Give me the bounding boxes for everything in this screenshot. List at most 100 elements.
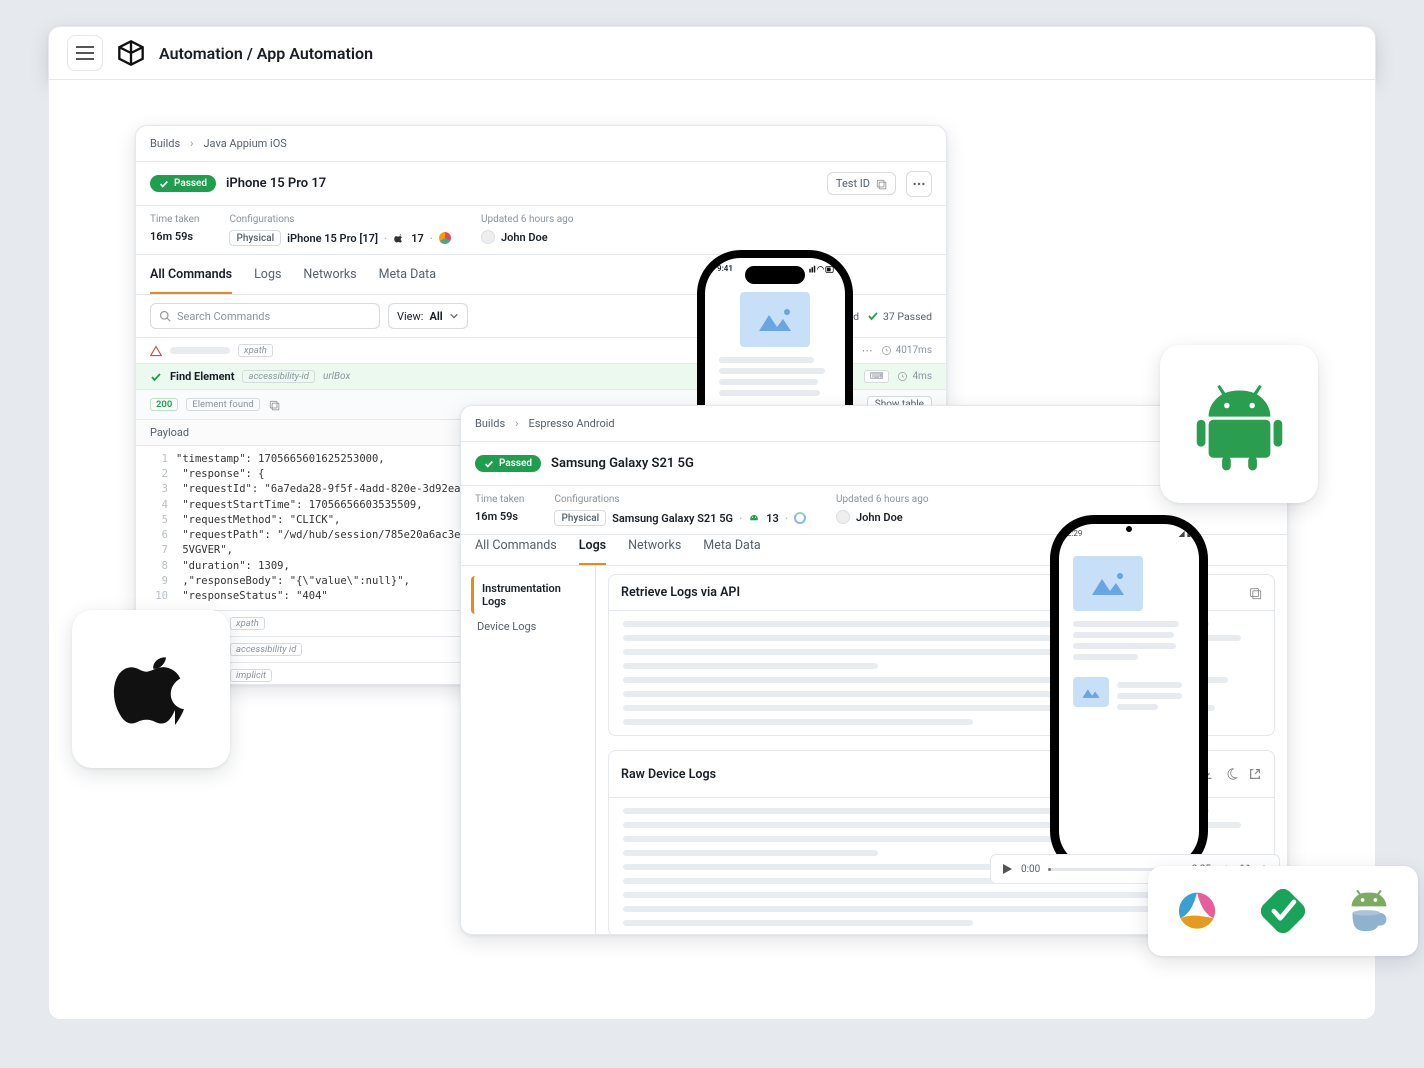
test-id-label: Test ID	[836, 177, 870, 190]
android-badge-card	[1160, 345, 1318, 503]
device-title: iPhone 15 Pro 17	[226, 176, 326, 191]
locator-chip: xpath	[230, 617, 265, 630]
locator-chip: accessibility-id	[242, 370, 315, 383]
selenium-icon	[1261, 889, 1305, 933]
breadcrumb-builds[interactable]: Builds	[150, 137, 180, 150]
status-badge: Passed	[150, 175, 216, 192]
phone-time: 9:41	[717, 264, 733, 273]
time-taken-value: 16m 59s	[475, 510, 524, 523]
search-placeholder: Search Commands	[177, 310, 270, 323]
test-id-button[interactable]: Test ID	[827, 172, 896, 195]
clock-icon	[897, 371, 908, 382]
sidebar-device-logs[interactable]: Device Logs	[471, 614, 585, 639]
tab-meta-data[interactable]: Meta Data	[379, 267, 436, 294]
time-taken-label: Time taken	[150, 214, 199, 225]
locator-hint: urlBox	[323, 371, 350, 382]
updated-value: John Doe	[836, 510, 929, 524]
moon-icon[interactable]	[1224, 767, 1238, 781]
chevron-right-icon: ›	[190, 137, 193, 150]
ios-title-bar: Passed iPhone 15 Pro 17 Test ID	[136, 162, 946, 206]
app-header: Automation / App Automation	[48, 26, 1376, 80]
locator-chip: accessibility id	[230, 643, 302, 656]
apple-badge-card	[72, 610, 230, 768]
external-link-icon[interactable]	[1248, 767, 1262, 781]
tab-all-commands[interactable]: All Commands	[475, 538, 557, 565]
image-icon	[1080, 684, 1102, 700]
updated-label: Updated 6 hours ago	[481, 214, 574, 225]
image-icon	[1088, 569, 1128, 599]
tab-networks[interactable]: Networks	[303, 267, 356, 294]
status-badge: Passed	[475, 455, 541, 472]
os-version: 13	[766, 512, 779, 525]
page-title: Automation / App Automation	[159, 44, 373, 63]
card-title: Retrieve Logs via API	[621, 585, 740, 600]
result-chip: Element found	[186, 398, 259, 411]
search-commands-input[interactable]: Search Commands	[150, 303, 380, 329]
search-icon	[159, 310, 171, 322]
apple-mini-icon	[393, 232, 405, 244]
updated-label: Updated 6 hours ago	[836, 494, 929, 505]
user-name: John Doe	[856, 511, 903, 524]
tab-logs[interactable]: Logs	[579, 538, 606, 565]
phone-time: 2:29	[1067, 529, 1082, 538]
status-label: Passed	[174, 178, 207, 189]
view-value: All	[429, 310, 442, 323]
updated-value: John Doe	[481, 230, 574, 244]
breadcrumb-builds[interactable]: Builds	[475, 417, 505, 430]
warning-icon	[150, 345, 162, 357]
check-icon	[150, 371, 162, 383]
device-title: Samsung Galaxy S21 5G	[551, 456, 694, 471]
configurations-value: Physical Samsung Galaxy S21 5G · 13 ·	[554, 510, 806, 526]
apple-logo-icon	[112, 644, 190, 734]
locator-chip: xpath	[238, 344, 273, 357]
http-code-chip: 200	[150, 398, 178, 411]
android-logo-icon	[1192, 377, 1287, 472]
breadcrumb-project[interactable]: Espresso Android	[528, 417, 614, 430]
phone-camera	[1126, 526, 1132, 532]
view-label: View:	[397, 310, 423, 323]
tab-networks[interactable]: Networks	[628, 538, 681, 565]
user-name: John Doe	[501, 231, 548, 244]
check-icon	[159, 179, 169, 189]
status-label: Passed	[499, 458, 532, 469]
card-title: Raw Device Logs	[621, 767, 716, 782]
copy-icon[interactable]	[268, 399, 280, 411]
keyboard-icon: ⌨	[864, 370, 890, 383]
time-taken-value: 16m 59s	[150, 230, 199, 243]
command-label: Find Element	[170, 370, 234, 383]
physical-chip: Physical	[229, 230, 281, 246]
configurations-value: Physical iPhone 15 Pro [17] · 17 ·	[229, 230, 451, 246]
device-spec: Samsung Galaxy S21 5G	[612, 512, 733, 525]
row-duration: 4017ms	[881, 345, 932, 356]
payload-label: Payload	[150, 426, 189, 439]
play-icon[interactable]	[1001, 863, 1013, 875]
row-duration: 4ms	[897, 371, 932, 382]
more-menu-button[interactable]	[906, 171, 932, 197]
espresso-icon	[1347, 889, 1391, 933]
android-phone-preview: 2:29 ◢ ▮	[1050, 515, 1208, 875]
dots-icon	[912, 177, 926, 191]
copy-icon[interactable]	[1248, 586, 1262, 600]
view-dropdown[interactable]: View: All	[388, 303, 468, 329]
image-icon	[755, 305, 795, 335]
time-current: 0:00	[1021, 864, 1040, 875]
phone-notch	[745, 266, 805, 284]
menu-button[interactable]	[67, 35, 103, 71]
chevron-right-icon: ›	[515, 417, 518, 430]
more-icon[interactable]: ⋯	[862, 344, 873, 357]
avatar	[481, 230, 495, 244]
tab-meta-data[interactable]: Meta Data	[703, 538, 760, 565]
avatar	[836, 510, 850, 524]
tab-logs[interactable]: Logs	[254, 267, 281, 294]
copy-icon	[875, 178, 887, 190]
tab-all-commands[interactable]: All Commands	[150, 267, 232, 294]
breadcrumb-project[interactable]: Java Appium iOS	[203, 137, 286, 150]
ios-breadcrumb: Builds › Java Appium iOS	[136, 126, 946, 162]
ios-meta-row: Time taken 16m 59s Configurations Physic…	[136, 206, 946, 255]
sidebar-instrumentation-logs[interactable]: Instrumentation Logs	[471, 576, 585, 614]
clock-icon	[881, 345, 892, 356]
chevron-down-icon	[449, 311, 459, 321]
browser-icon	[439, 232, 451, 244]
configurations-label: Configurations	[554, 494, 806, 505]
physical-chip: Physical	[554, 510, 606, 526]
